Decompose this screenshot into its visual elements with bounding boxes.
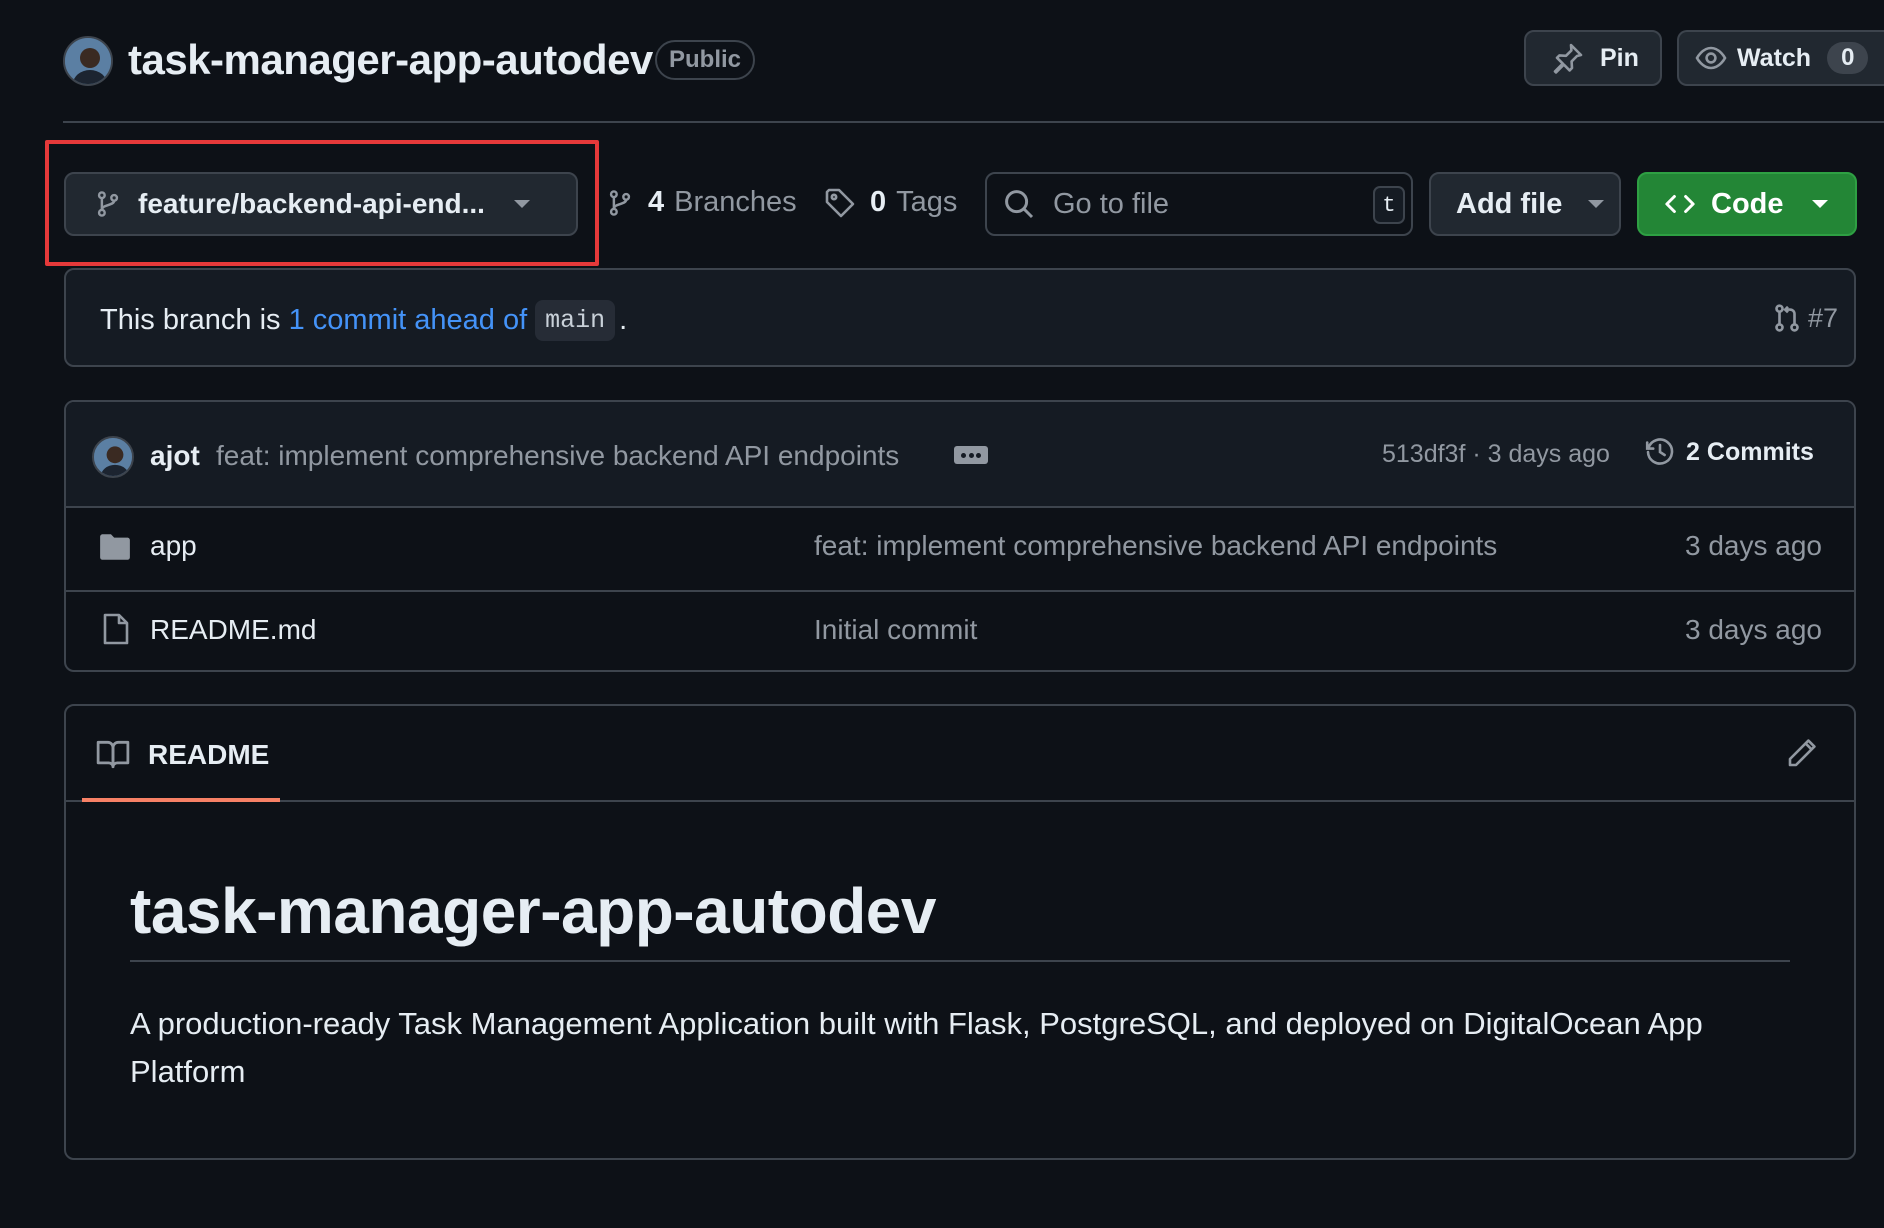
git-pull-request-icon bbox=[1772, 302, 1802, 334]
caret-down-icon bbox=[1811, 200, 1828, 208]
base-branch-name: main bbox=[535, 300, 616, 341]
branch-selector-button[interactable]: feature/backend-api-end... bbox=[64, 172, 578, 236]
history-icon bbox=[1644, 436, 1676, 468]
commit-author-avatar[interactable] bbox=[92, 436, 134, 478]
file-commit-message[interactable]: Initial commit bbox=[814, 614, 977, 646]
branch-name: feature/backend-api-end... bbox=[138, 188, 485, 219]
add-file-button[interactable]: Add file bbox=[1429, 172, 1621, 236]
watch-button[interactable]: Watch 0 bbox=[1677, 30, 1884, 86]
repo-owner-avatar[interactable] bbox=[63, 36, 113, 86]
search-icon bbox=[1003, 188, 1035, 220]
tags-link[interactable]: 0 Tags bbox=[824, 186, 957, 219]
keyboard-shortcut-hint: t bbox=[1373, 186, 1405, 224]
code-button[interactable]: Code bbox=[1637, 172, 1857, 236]
branches-count: 4 bbox=[648, 186, 665, 218]
branches-label: Branches bbox=[674, 186, 797, 218]
latest-commit-row: ajot feat: implement comprehensive backe… bbox=[66, 402, 1854, 508]
tags-label: Tags bbox=[896, 186, 958, 218]
go-to-file-search[interactable]: t bbox=[985, 172, 1413, 236]
commit-sha-age[interactable]: 513df3f · 3 days ago bbox=[1382, 440, 1610, 469]
add-file-label: Add file bbox=[1456, 187, 1563, 220]
git-branch-icon bbox=[606, 187, 634, 219]
header-divider bbox=[63, 121, 1884, 123]
pin-label: Pin bbox=[1600, 43, 1639, 72]
branches-link[interactable]: 4 Branches bbox=[606, 186, 797, 219]
book-icon bbox=[96, 739, 130, 769]
file-row[interactable]: README.md Initial commit 3 days ago bbox=[66, 590, 1854, 670]
go-to-file-input[interactable] bbox=[1053, 187, 1373, 221]
watch-count: 0 bbox=[1827, 42, 1869, 74]
readme-title: task-manager-app-autodev bbox=[130, 874, 1790, 962]
commits-label: Commits bbox=[1706, 437, 1814, 466]
readme-tab-label: README bbox=[148, 739, 270, 770]
code-label: Code bbox=[1711, 187, 1784, 220]
file-row[interactable]: app feat: implement comprehensive backen… bbox=[66, 508, 1854, 590]
watch-label: Watch bbox=[1737, 43, 1812, 72]
file-icon bbox=[102, 612, 130, 646]
folder-icon bbox=[98, 532, 132, 562]
commit-message[interactable]: feat: implement comprehensive backend AP… bbox=[216, 440, 899, 472]
commit-author[interactable]: ajot bbox=[150, 440, 200, 472]
pencil-icon[interactable] bbox=[1786, 737, 1818, 769]
file-commit-age: 3 days ago bbox=[1685, 614, 1822, 645]
code-icon bbox=[1663, 189, 1697, 219]
pull-request-number: #7 bbox=[1807, 302, 1838, 333]
commits-history-link[interactable]: 2 Commits bbox=[1644, 436, 1814, 468]
caret-down-icon bbox=[1588, 200, 1605, 208]
git-branch-icon bbox=[94, 188, 122, 220]
branch-status-banner: This branch is 1 commit ahead of main . … bbox=[64, 268, 1856, 367]
readme-description: A production-ready Task Management Appli… bbox=[130, 1006, 1703, 1089]
readme-tab[interactable]: README bbox=[82, 706, 280, 802]
file-browser: ajot feat: implement comprehensive backe… bbox=[64, 400, 1856, 672]
commits-ahead-link[interactable]: 1 commit ahead of bbox=[289, 304, 528, 337]
branch-status-suffix: . bbox=[619, 304, 628, 336]
tags-count: 0 bbox=[870, 186, 887, 218]
file-commit-age: 3 days ago bbox=[1685, 530, 1822, 561]
readme-panel: README task-manager-app-autodev A produc… bbox=[64, 704, 1856, 1160]
file-name[interactable]: README.md bbox=[150, 614, 316, 646]
expand-commit-button[interactable] bbox=[954, 446, 988, 464]
repo-name-link[interactable]: task-manager-app-autodev bbox=[128, 36, 653, 84]
caret-down-icon bbox=[514, 200, 530, 208]
file-commit-message[interactable]: feat: implement comprehensive backend AP… bbox=[814, 530, 1497, 562]
readme-header: README bbox=[66, 706, 1854, 802]
pin-icon bbox=[1552, 42, 1584, 74]
pin-button[interactable]: Pin bbox=[1524, 30, 1662, 86]
eye-icon bbox=[1695, 42, 1727, 74]
branch-status-prefix: This branch is bbox=[100, 304, 289, 336]
pull-request-link[interactable]: #7 bbox=[1772, 302, 1838, 334]
visibility-badge: Public bbox=[655, 40, 755, 80]
file-name[interactable]: app bbox=[150, 530, 197, 562]
commits-count: 2 bbox=[1686, 437, 1700, 466]
tag-icon bbox=[824, 187, 856, 219]
